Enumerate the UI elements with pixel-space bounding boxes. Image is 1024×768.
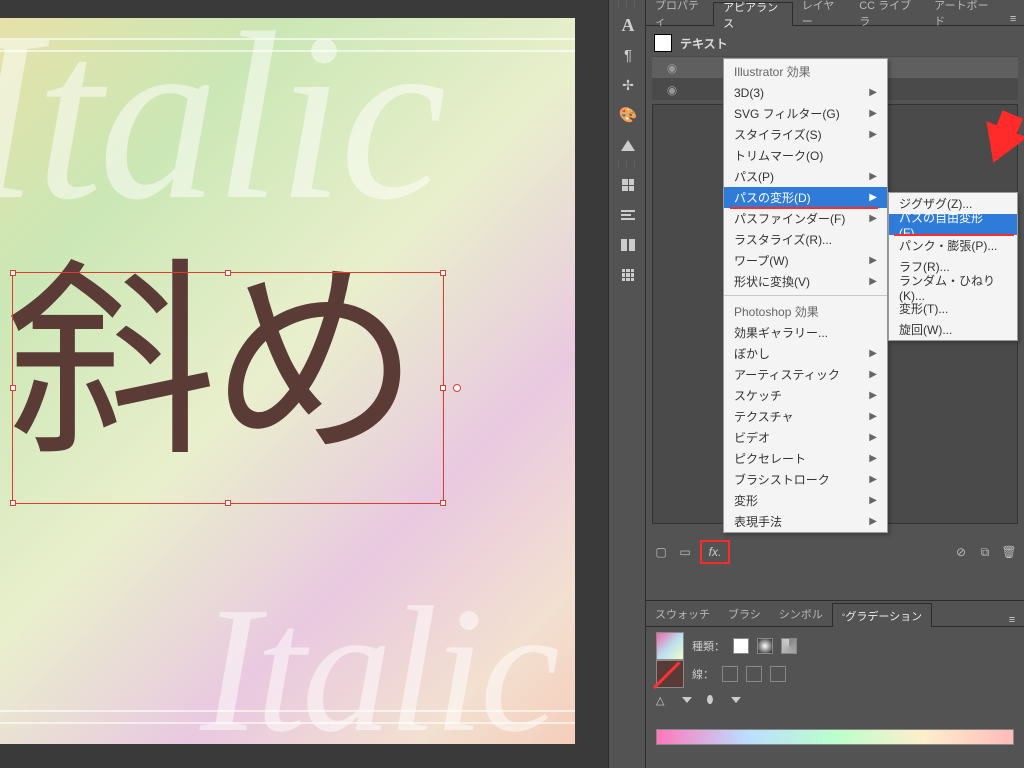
pathfinder-panel-icon[interactable] <box>609 230 647 260</box>
gradient-type-freeform-icon[interactable] <box>781 638 797 654</box>
angle-icon: △ <box>656 694 664 707</box>
menu-item[interactable]: パスの変形(D)▶ <box>724 187 887 208</box>
menu-item[interactable]: ランダム・ひねり(K)... <box>889 277 1017 298</box>
menu-item[interactable]: ワープ(W)▶ <box>724 250 887 271</box>
gradient-panel: スウォッチ ブラシ シンボル ◦ グラデーション ≡ 種類： 線： △ ⬮ <box>646 600 1024 768</box>
resize-handle[interactable] <box>225 270 231 276</box>
dropdown-caret-icon[interactable] <box>682 697 692 703</box>
panel-menu-icon[interactable]: ≡ <box>1002 13 1024 25</box>
panel-grip[interactable]: ⋮⋮⋮ <box>609 160 645 170</box>
tab-gradient[interactable]: ◦ グラデーション <box>832 603 932 627</box>
artboard[interactable]: Italic Italic 斜め <box>0 18 575 744</box>
character-panel-icon[interactable]: A <box>609 10 647 40</box>
tab-symbols[interactable]: シンボル <box>770 602 832 626</box>
gradient-tool-icon[interactable] <box>609 130 647 160</box>
stroke-gradient-swatch[interactable] <box>656 660 684 688</box>
background-italic-text: Italic <box>0 0 442 236</box>
menu-item[interactable]: ブラシストローク▶ <box>724 469 887 490</box>
add-effect-button[interactable]: fx. <box>700 540 730 564</box>
appearance-target-row: テキスト <box>652 30 1018 56</box>
transform-panel-icon[interactable] <box>609 170 647 200</box>
menu-item[interactable]: 旋回(W)... <box>889 319 1017 340</box>
selection-bounding-box[interactable] <box>12 272 444 504</box>
menu-item[interactable]: スタイライズ(S)▶ <box>724 124 887 145</box>
tab-cc-libraries[interactable]: CC ライブラ <box>850 1 925 25</box>
menu-item[interactable]: スケッチ▶ <box>724 385 887 406</box>
menu-item[interactable]: パス(P)▶ <box>724 166 887 187</box>
menu-item[interactable]: パスの自由変形(F)... <box>889 214 1017 235</box>
gradient-thumbnail[interactable] <box>656 632 684 660</box>
paragraph-panel-icon[interactable]: ¶ <box>609 40 647 70</box>
menu-item[interactable]: 3D(3)▶ <box>724 82 887 103</box>
toggle-rule-icon[interactable]: ▢ <box>652 543 670 561</box>
new-stroke-icon[interactable]: ▭ <box>676 543 694 561</box>
resize-handle[interactable] <box>10 270 16 276</box>
rotate-handle[interactable] <box>453 384 461 392</box>
delete-item-icon[interactable]: 🗑 <box>1000 543 1018 561</box>
gradient-type-linear-icon[interactable] <box>733 638 749 654</box>
pattern-panel-icon[interactable] <box>609 260 647 290</box>
tab-layers[interactable]: レイヤー <box>793 1 851 25</box>
menu-item[interactable]: 変形▶ <box>724 490 887 511</box>
gradient-slider[interactable] <box>656 729 1014 745</box>
menu-item[interactable]: ラスタライズ(R)... <box>724 229 887 250</box>
stroke-mode-icon[interactable] <box>770 666 786 682</box>
menu-item[interactable]: 効果ギャラリー... <box>724 322 887 343</box>
stroke-label: 線： <box>692 666 714 682</box>
glyphs-panel-icon[interactable]: ✢ <box>609 70 647 100</box>
gradient-type-radial-icon[interactable] <box>757 638 773 654</box>
menu-item[interactable]: テクスチャ▶ <box>724 406 887 427</box>
appearance-target-label: テキスト <box>680 35 728 52</box>
menu-item[interactable]: パスファインダー(F)▶ <box>724 208 887 229</box>
menu-section-header: Illustrator 効果 <box>724 59 887 82</box>
menu-item[interactable]: トリムマーク(O) <box>724 145 887 166</box>
target-thumbnail[interactable] <box>654 34 672 52</box>
background-italic-text: Italic <box>200 580 556 760</box>
tab-artboards[interactable]: アートボード <box>925 1 1002 25</box>
tab-swatches[interactable]: スウォッチ <box>646 602 719 626</box>
panel-grip[interactable]: ⋮⋮⋮ <box>609 0 645 10</box>
visibility-toggle-icon[interactable]: ◉ <box>662 80 682 100</box>
canvas-viewport[interactable]: Italic Italic 斜め <box>0 0 590 768</box>
tab-appearance[interactable]: アピアランス <box>713 2 793 26</box>
resize-handle[interactable] <box>10 500 16 506</box>
menu-item[interactable]: ビデオ▶ <box>724 427 887 448</box>
dropdown-caret-icon[interactable] <box>731 697 741 703</box>
tab-properties[interactable]: プロパティ <box>646 1 713 25</box>
effects-submenu[interactable]: ジグザグ(Z)...パスの自由変形(F)...パンク・膨張(P)...ラフ(R)… <box>888 192 1018 341</box>
menu-item[interactable]: アーティスティック▶ <box>724 364 887 385</box>
panel-tab-bar: プロパティ アピアランス レイヤー CC ライブラ アートボード ≡ <box>646 0 1024 26</box>
effects-menu[interactable]: Illustrator 効果3D(3)▶SVG フィルター(G)▶スタイライズ(… <box>723 58 888 533</box>
tab-brushes[interactable]: ブラシ <box>719 602 770 626</box>
duplicate-item-icon[interactable]: ⧉ <box>976 543 994 561</box>
resize-handle[interactable] <box>10 385 16 391</box>
menu-item[interactable]: 表現手法▶ <box>724 511 887 532</box>
panel-gap <box>590 0 608 768</box>
menu-item[interactable]: SVG フィルター(G)▶ <box>724 103 887 124</box>
resize-handle[interactable] <box>440 385 446 391</box>
stroke-mode-icon[interactable] <box>746 666 762 682</box>
color-panel-icon[interactable]: 🎨 <box>609 100 647 130</box>
aspect-icon: ⬮ <box>706 694 713 707</box>
resize-handle[interactable] <box>440 270 446 276</box>
align-panel-icon[interactable] <box>609 200 647 230</box>
visibility-toggle-icon[interactable]: ◉ <box>662 58 682 78</box>
resize-handle[interactable] <box>225 500 231 506</box>
panel-menu-icon[interactable]: ≡ <box>1000 614 1024 626</box>
menu-item[interactable]: ぼかし▶ <box>724 343 887 364</box>
menu-item[interactable]: ピクセレート▶ <box>724 448 887 469</box>
panel-tab-bar: スウォッチ ブラシ シンボル ◦ グラデーション ≡ <box>646 601 1024 627</box>
menu-item[interactable]: 形状に変換(V)▶ <box>724 271 887 292</box>
resize-handle[interactable] <box>440 500 446 506</box>
appearance-footer: ▢ ▭ fx. ⊘ ⧉ 🗑 <box>646 538 1024 566</box>
stroke-mode-icon[interactable] <box>722 666 738 682</box>
dock-column: ⋮⋮⋮ A ¶ ✢ 🎨 ⋮⋮⋮ <box>608 0 646 768</box>
clear-appearance-icon[interactable]: ⊘ <box>952 543 970 561</box>
menu-section-header: Photoshop 効果 <box>724 299 887 322</box>
gradient-type-label: 種類： <box>692 638 725 654</box>
